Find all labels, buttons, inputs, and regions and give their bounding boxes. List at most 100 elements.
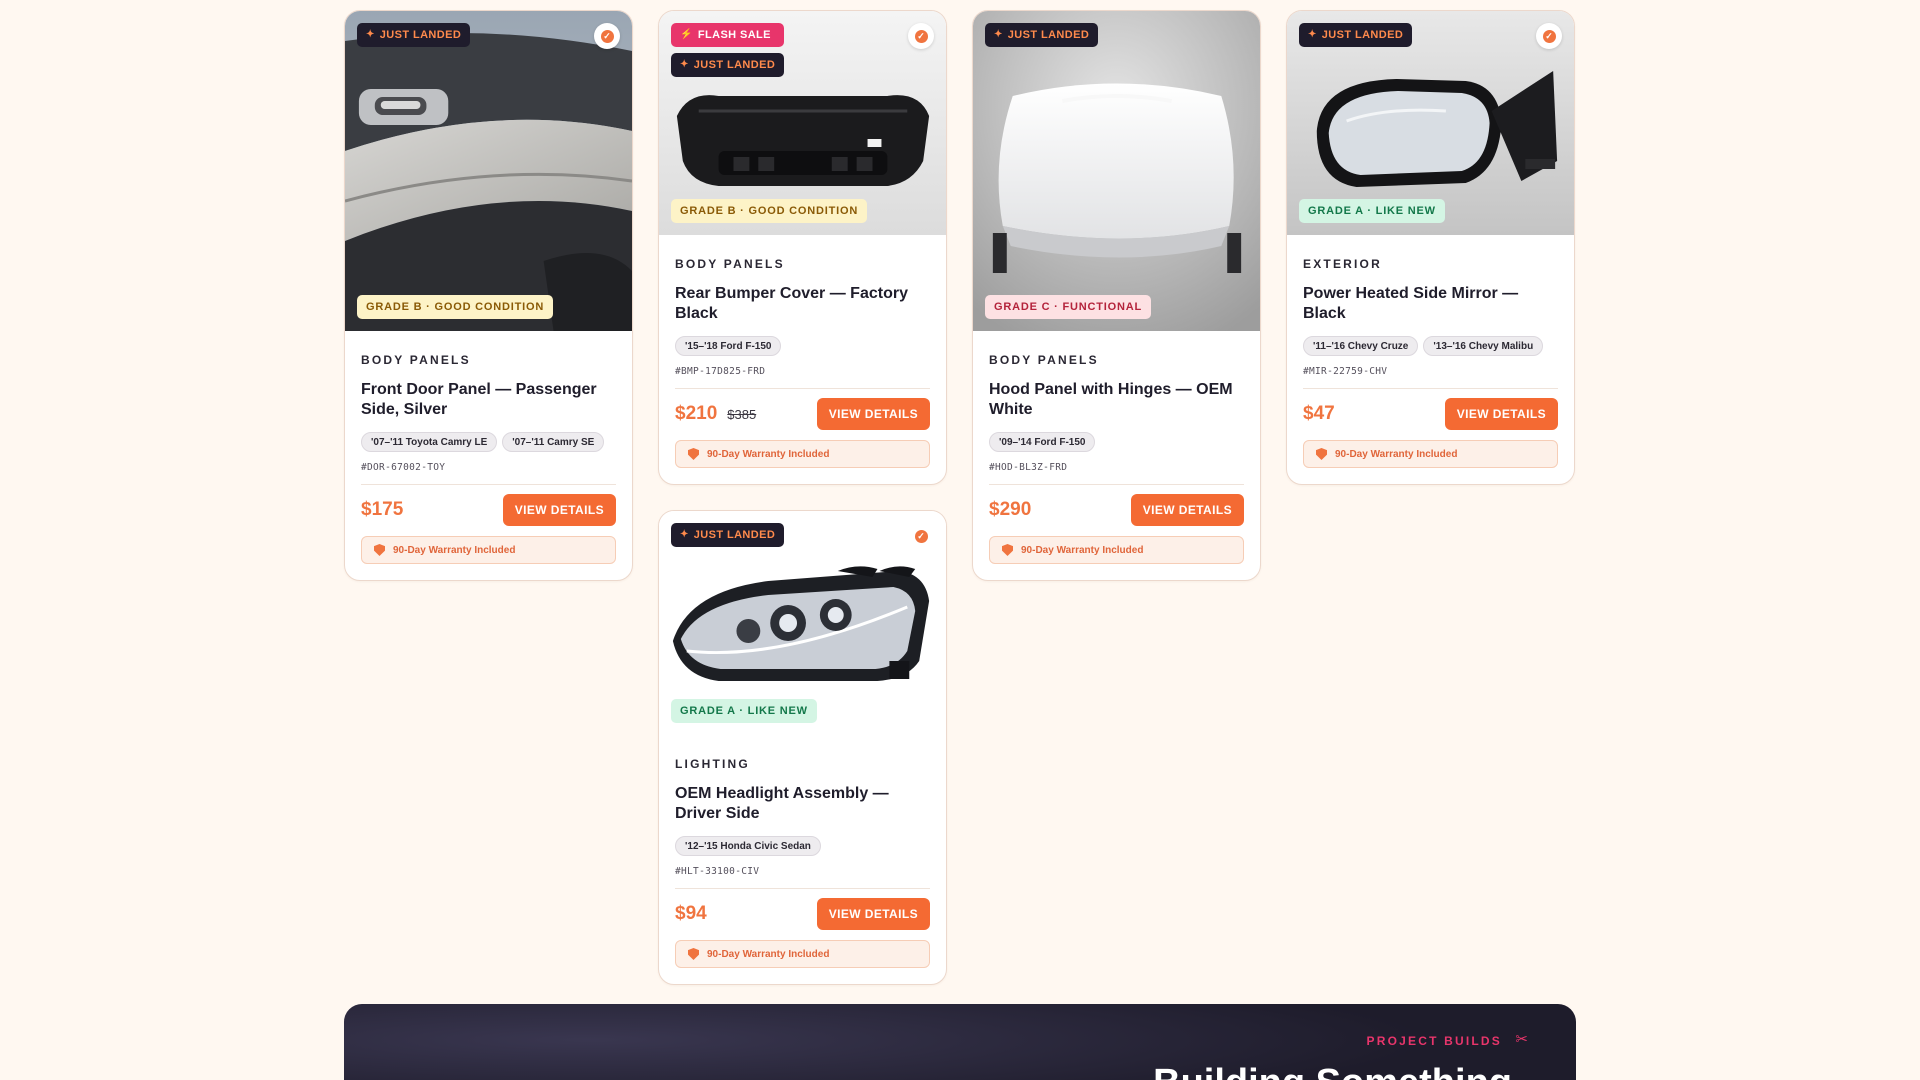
product-image-rear-bumper[interactable]: ⚡ Flash Sale ✦ Just Landed ✓ Grade B · G…: [659, 11, 946, 235]
product-title[interactable]: Front Door Panel — Passenger Side, Silve…: [361, 380, 616, 420]
prices: $210 $385: [675, 403, 756, 425]
sparkle-icon: ✦: [1308, 29, 1317, 40]
verified-check-icon: ✓: [1542, 29, 1556, 43]
project-builds-banner: Project Builds ✂ Building Something: [344, 1004, 1576, 1080]
fitment-chip: '09–'14 Ford F-150: [989, 432, 1096, 452]
badge-stack: ✦ Just Landed: [1299, 23, 1413, 47]
just-landed-badge: ✦ Just Landed: [671, 523, 785, 547]
fitment-chip: '07–'11 Toyota Camry LE: [361, 432, 498, 452]
product-title[interactable]: Rear Bumper Cover — Factory Black: [675, 284, 930, 324]
product-image-hood-panel[interactable]: ✦ Just Landed Grade C · Functional: [973, 11, 1260, 331]
banner-headline: Building Something: [1153, 1062, 1512, 1080]
warranty-label: 90-Day Warranty Included: [393, 544, 516, 556]
warranty-label: 90-Day Warranty Included: [1021, 544, 1144, 556]
product-sku: #HLT-33100-CIV: [675, 866, 760, 877]
product-card-body: Lighting OEM Headlight Assembly — Driver…: [659, 735, 946, 984]
badge-label: Just Landed: [1007, 29, 1090, 41]
price-row: $94 View Details: [675, 898, 930, 930]
warranty-label: 90-Day Warranty Included: [1335, 448, 1458, 460]
product-price: $210: [675, 403, 718, 424]
product-sku: #BMP-17D825-FRD: [675, 366, 766, 377]
verified-check-icon: ✓: [600, 29, 614, 43]
view-details-button[interactable]: View Details: [816, 898, 930, 930]
just-landed-badge: ✦ Just Landed: [671, 53, 785, 77]
product-price: $175: [361, 499, 404, 520]
view-details-button[interactable]: View Details: [1130, 494, 1244, 526]
product-title[interactable]: OEM Headlight Assembly — Driver Side: [675, 784, 930, 824]
product-card-door-panel[interactable]: ✦ Just Landed ✓ Grade B · Good Condition…: [344, 10, 633, 581]
product-category: Exterior: [1303, 257, 1382, 271]
product-price: $47: [1303, 403, 1335, 424]
warranty-label: 90-Day Warranty Included: [707, 448, 830, 460]
warranty-note: 90-Day Warranty Included: [989, 536, 1244, 564]
product-sku: #MIR-22759-CHV: [1303, 366, 1388, 377]
product-card-body: Body Panels Hood Panel with Hinges — OEM…: [973, 331, 1260, 580]
sparkle-icon: ✦: [680, 529, 689, 540]
hood-panel-image: [973, 11, 1260, 331]
divider: [361, 484, 616, 485]
grid-column-2: ⚡ Flash Sale ✦ Just Landed ✓ Grade B · G…: [658, 10, 947, 985]
product-sku: #DOR-67002-TOY: [361, 462, 446, 473]
divider: [989, 484, 1244, 485]
product-card-body: Exterior Power Heated Side Mirror — Blac…: [1287, 235, 1574, 484]
prices: $47: [1303, 403, 1335, 425]
sparkle-icon: ✦: [366, 29, 375, 40]
fitment-chip: '07–'11 Camry SE: [502, 432, 605, 452]
grade-badge: Grade C · Functional: [985, 295, 1151, 319]
product-image-side-mirror[interactable]: ✦ Just Landed ✓ Grade A · Like New: [1287, 11, 1574, 235]
product-card-side-mirror[interactable]: ✦ Just Landed ✓ Grade A · Like New Exter…: [1286, 10, 1575, 485]
product-card-hood-panel[interactable]: ✦ Just Landed Grade C · Functional Body …: [972, 10, 1261, 581]
just-landed-badge: ✦ Just Landed: [985, 23, 1099, 47]
price-row: $47 View Details: [1303, 398, 1558, 430]
shield-icon: [1002, 544, 1013, 556]
price-row: $210 $385 View Details: [675, 398, 930, 430]
fitment-chip: '11–'16 Chevy Cruze: [1303, 336, 1419, 356]
shield-icon: [374, 544, 385, 556]
verified-check-icon: ✓: [914, 529, 928, 543]
product-image-headlight[interactable]: ✦ Just Landed ✓ Grade A · Like New: [659, 511, 946, 735]
product-image-door-panel[interactable]: ✦ Just Landed ✓ Grade B · Good Condition: [345, 11, 632, 331]
product-title[interactable]: Power Heated Side Mirror — Black: [1303, 284, 1558, 324]
sparkle-icon: ✦: [994, 29, 1003, 40]
grid-column-3: ✦ Just Landed Grade C · Functional Body …: [972, 10, 1261, 581]
grid-column-1: ✦ Just Landed ✓ Grade B · Good Condition…: [344, 10, 633, 581]
warranty-note: 90-Day Warranty Included: [1303, 440, 1558, 468]
grade-badge: Grade B · Good Condition: [357, 295, 554, 319]
badge-stack: ✦ Just Landed: [985, 23, 1099, 47]
product-title[interactable]: Hood Panel with Hinges — OEM White: [989, 380, 1244, 420]
view-details-button[interactable]: View Details: [816, 398, 930, 430]
badge-label: Just Landed: [693, 529, 776, 541]
warranty-note: 90-Day Warranty Included: [361, 536, 616, 564]
product-card-headlight[interactable]: ✦ Just Landed ✓ Grade A · Like New Light…: [658, 510, 947, 985]
verified-check-icon: ✓: [914, 29, 928, 43]
wrench-screwdriver-icon: ✂: [1515, 1031, 1528, 1048]
prices: $290: [989, 499, 1031, 521]
fitment-chips: '12–'15 Honda Civic Sedan: [675, 836, 930, 856]
product-card-rear-bumper[interactable]: ⚡ Flash Sale ✦ Just Landed ✓ Grade B · G…: [658, 10, 947, 485]
shield-icon: [688, 448, 699, 460]
view-details-button[interactable]: View Details: [1444, 398, 1558, 430]
product-grid: ✦ Just Landed ✓ Grade B · Good Condition…: [344, 10, 1576, 985]
fitment-chip: '15–'18 Ford F-150: [675, 336, 782, 356]
divider: [1303, 388, 1558, 389]
bolt-icon: ⚡: [680, 29, 693, 40]
product-category: Body Panels: [675, 257, 785, 271]
just-landed-badge: ✦ Just Landed: [357, 23, 471, 47]
badge-stack: ✦ Just Landed: [671, 523, 785, 547]
door-panel-image: [345, 11, 632, 331]
grid-column-4: ✦ Just Landed ✓ Grade A · Like New Exter…: [1286, 10, 1575, 485]
flash-sale-badge: ⚡ Flash Sale: [671, 23, 785, 47]
grade-badge: Grade A · Like New: [671, 699, 817, 723]
price-row: $175 View Details: [361, 494, 616, 526]
verified-badge: ✓: [1536, 23, 1562, 49]
badge-label: Just Landed: [379, 29, 462, 41]
grade-badge: Grade B · Good Condition: [671, 199, 868, 223]
fitment-chips: '09–'14 Ford F-150: [989, 432, 1244, 452]
divider: [675, 388, 930, 389]
prices: $175: [361, 499, 403, 521]
fitment-chips: '07–'11 Toyota Camry LE '07–'11 Camry SE: [361, 432, 616, 452]
product-card-body: Body Panels Rear Bumper Cover — Factory …: [659, 235, 946, 484]
view-details-button[interactable]: View Details: [502, 494, 616, 526]
fitment-chips: '11–'16 Chevy Cruze '13–'16 Chevy Malibu: [1303, 336, 1558, 356]
fitment-chips: '15–'18 Ford F-150: [675, 336, 930, 356]
